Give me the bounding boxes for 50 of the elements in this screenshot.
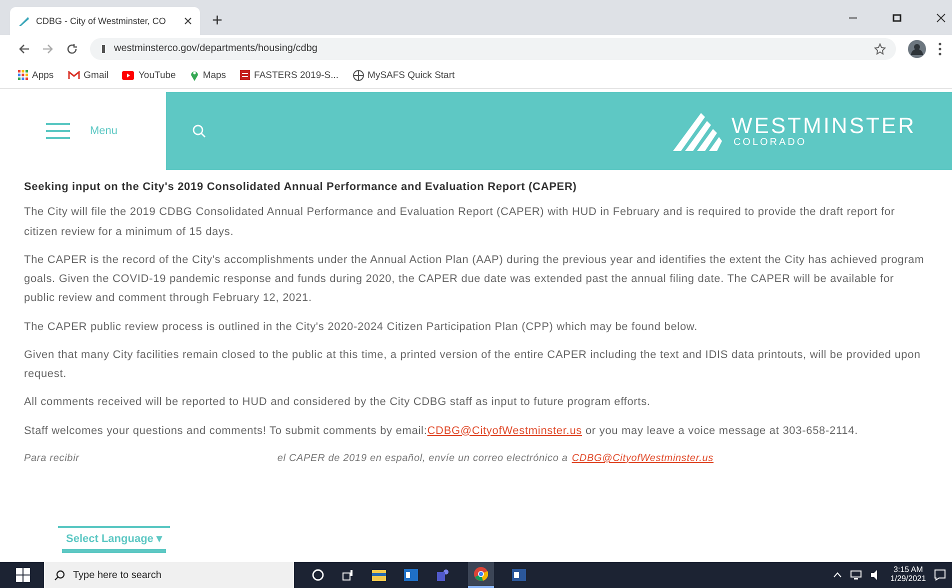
windows-icon[interactable]: [16, 568, 30, 582]
spanish-note: Para recibir: [24, 452, 80, 466]
email-link[interactable]: CDBG@CityofWestminster.us: [427, 424, 582, 436]
paragraph: The CAPER public review process is outlined in the City's 2020-2024 Citizen Participation Plan (CPP) which may be found below.: [24, 320, 699, 334]
paragraph: The City will file the 2019 CDBG Consolidated Annual Performance and Evaluation Report (CAPER) with HUD in February and is required to provide the draft report for citizen review for a minimum of 15 days.: [24, 205, 896, 240]
tab-title: CDBG - City of Westminster, CO: [36, 16, 167, 26]
cortana-icon[interactable]: [312, 569, 324, 581]
bookmark[interactable]: Maps: [190, 69, 226, 81]
bookmark[interactable]: Apps: [18, 70, 54, 80]
pin-icon: [190, 69, 199, 81]
paragraph: Staff welcomes your questions and comments! To submit comments by email:CDBG@CityofWestminster.us or you may leave a voice message at 303-658-2114.: [24, 424, 859, 438]
search-icon: [54, 570, 65, 580]
browser-tab[interactable]: CDBG - City of Westminster, CO: [10, 7, 200, 35]
bookmark[interactable]: FASTERS 2019-S...: [240, 70, 339, 80]
taskbar-search-field[interactable]: Type here to search: [44, 562, 294, 588]
clock[interactable]: 3:15 AM 1/29/2021: [890, 566, 926, 584]
grid-icon: [18, 70, 28, 80]
logo-subtitle: COLORADO: [733, 136, 808, 148]
mail-icon: [68, 70, 80, 80]
avatar-icon[interactable]: [908, 40, 926, 58]
notification-icon[interactable]: [934, 569, 946, 581]
more-icon[interactable]: [938, 42, 942, 56]
email-link[interactable]: CDBG@CityofWestminster.us: [572, 450, 714, 468]
bookmark[interactable]: Gmail: [68, 70, 108, 80]
close-icon[interactable]: [184, 17, 192, 25]
close-icon[interactable]: [936, 12, 946, 22]
globe-icon: [352, 70, 364, 80]
star-icon[interactable]: [874, 42, 886, 54]
reload-icon[interactable]: [66, 42, 78, 54]
chevron-up-icon[interactable]: [833, 572, 842, 578]
spanish-note: el CAPER de 2019 en español, envíe un correo electrónico a: [277, 452, 568, 466]
network-icon[interactable]: [850, 570, 862, 580]
article-title: Seeking input on the City's 2019 Consolidated Annual Performance and Evaluation Report (CAPER): [24, 180, 578, 195]
new-tab-button[interactable]: +: [208, 10, 227, 31]
address-bar[interactable]: westminsterco.gov/departments/housing/cdbg: [90, 38, 896, 60]
folder-icon[interactable]: [372, 569, 386, 581]
logo-icon: [18, 15, 30, 27]
chrome-icon[interactable]: [474, 567, 488, 581]
play-icon: [122, 70, 134, 80]
bookmark[interactable]: YouTube: [122, 70, 176, 80]
paragraph: All comments received will be reported to HUD and considered by the City CDBG staff as input to future program efforts.: [24, 395, 652, 410]
back-icon[interactable]: [18, 42, 30, 54]
paragraph: Given that many City facilities remain closed to the public at this time, a printed version of the entire CAPER including the text and IDIS data printouts, will be provided upon request.: [24, 348, 922, 382]
logo-name: WESTMINSTER: [731, 114, 916, 136]
bookmark[interactable]: MySAFS Quick Start: [352, 70, 455, 80]
restore-icon[interactable]: [892, 12, 902, 22]
menu-icon: [46, 123, 70, 139]
document-icon: [240, 70, 250, 80]
task-view-icon[interactable]: [342, 569, 354, 581]
paragraph: The CAPER is the record of the City's accomplishments under the Annual Action Plan (AAP) during the previous year and identifies the extent the City has achieved program goals. Given the COVID-19 pandemic response and funds during 2020, the CAPER due date was extended past the annual filing date. The CAPER will be available for public review and comment through February 12, 2021.: [24, 252, 926, 306]
